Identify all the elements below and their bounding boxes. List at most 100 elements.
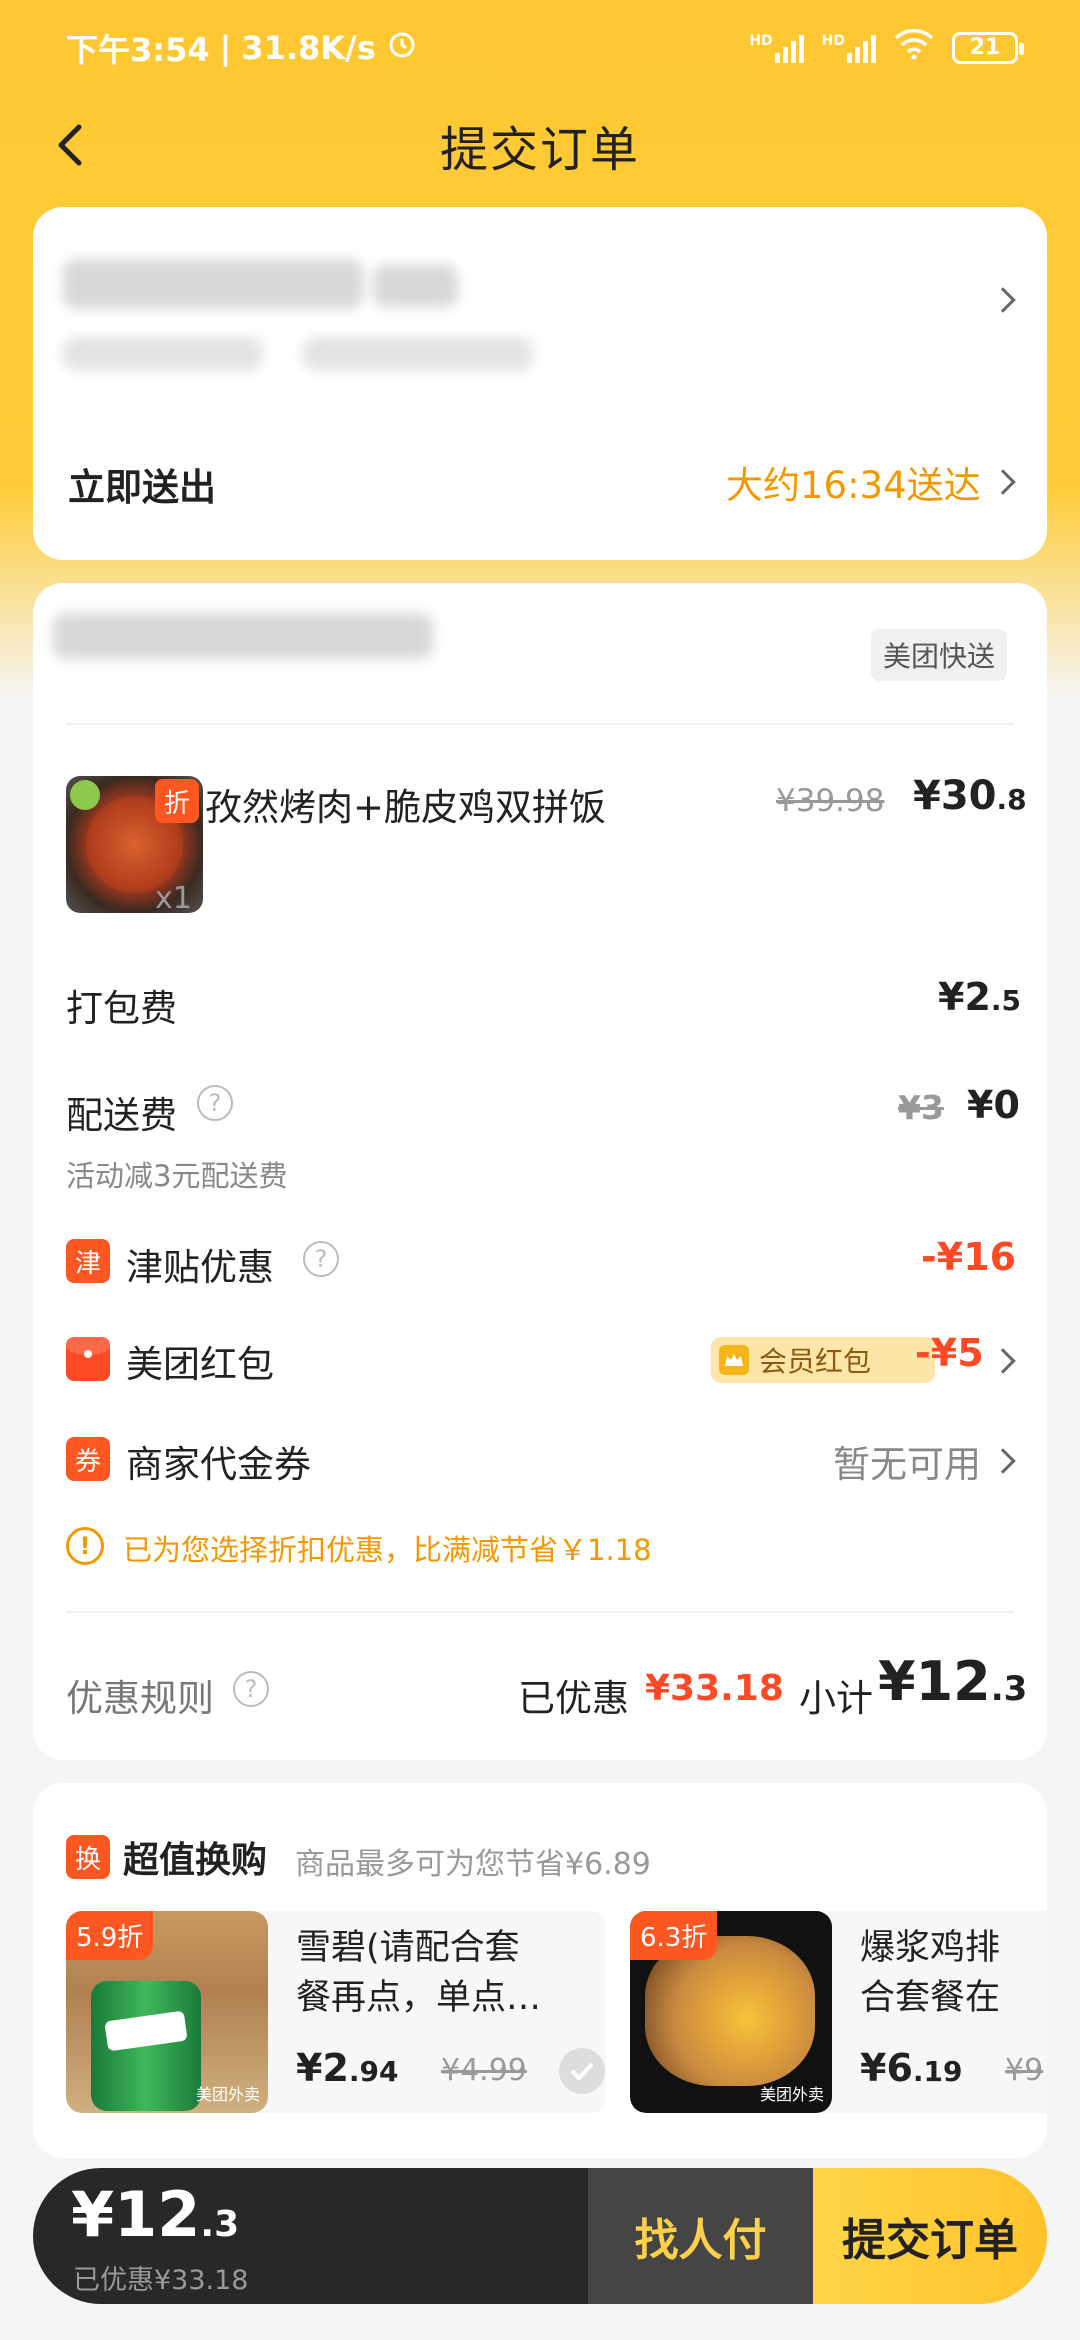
red-packet-label: 美团红包 bbox=[126, 1343, 274, 1386]
packing-fee-value: ¥2.5 bbox=[938, 975, 1021, 1019]
delivery-fee-value: ¥0 bbox=[967, 1083, 1020, 1127]
swap-item-name: 雪碧(请配合套 餐再点，单点… bbox=[296, 1923, 541, 2023]
packing-fee-label: 打包费 bbox=[66, 987, 177, 1030]
swap-image-watermark: 美团外卖 bbox=[759, 2085, 824, 2104]
swap-title: 超值换购 bbox=[123, 1840, 268, 1881]
signal-hd-label-2: HD bbox=[821, 32, 845, 49]
subsidy-tag-icon: 津 bbox=[66, 1239, 110, 1283]
swap-item-price-main: ¥2 bbox=[296, 2046, 349, 2090]
discount-notice: 已为您选择折扣优惠，比满减节省￥1.18 bbox=[123, 1533, 652, 1567]
red-packet-value[interactable]: -¥5 bbox=[915, 1331, 984, 1375]
discount-rules-label[interactable]: 优惠规则 bbox=[66, 1668, 214, 1722]
help-icon[interactable]: ? bbox=[197, 1085, 233, 1121]
help-icon[interactable]: ? bbox=[303, 1241, 339, 1277]
product-price-main: ¥30 bbox=[913, 773, 997, 819]
address-blurred bbox=[63, 259, 363, 309]
check-icon[interactable] bbox=[559, 2048, 605, 2094]
subtotal-decimal: .3 bbox=[990, 1669, 1028, 1709]
subsidy-value: -¥16 bbox=[921, 1235, 1017, 1279]
battery-icon: 21 bbox=[952, 31, 1024, 64]
swap-item-price: ¥2.94 bbox=[296, 2046, 399, 2090]
product-name: 孜然烤肉+脆皮鸡双拼饭 bbox=[205, 786, 607, 829]
address-blurred-2 bbox=[373, 265, 458, 307]
swap-item-original-price: ¥9 bbox=[1005, 2053, 1044, 2088]
nav-bar: 提交订单 bbox=[0, 95, 1080, 195]
checkout-total-price: ¥12.3 bbox=[71, 2178, 239, 2251]
status-separator: | bbox=[219, 28, 232, 67]
delivery-fee-note: 活动减3元配送费 bbox=[66, 1159, 288, 1193]
crown-icon bbox=[719, 1345, 749, 1375]
member-red-packet-badge: 会员红包 bbox=[711, 1337, 935, 1383]
submit-order-button[interactable]: 提交订单 bbox=[813, 2168, 1047, 2304]
signal-hd-label: HD bbox=[749, 32, 773, 49]
packing-fee-decimal: .5 bbox=[990, 984, 1022, 1017]
swap-item-image: 5.9折 美团外卖 bbox=[66, 1911, 268, 2113]
saved-value: ¥33.18 bbox=[645, 1668, 784, 1709]
swap-item-name: 爆浆鸡排 合套餐在 bbox=[860, 1923, 1000, 2023]
chevron-right-icon bbox=[990, 1448, 1016, 1474]
wifi-icon bbox=[894, 28, 934, 68]
checkout-total-decimal: .3 bbox=[200, 2204, 240, 2245]
swap-item-name-line1: 雪碧(请配合套 bbox=[296, 1928, 520, 1968]
contact-blurred-2 bbox=[303, 337, 533, 371]
voucher-tag-icon: 券 bbox=[66, 1437, 110, 1481]
chevron-right-icon bbox=[990, 469, 1016, 495]
network-speed: 31.8K/s bbox=[241, 28, 376, 67]
swap-tag-icon: 换 bbox=[66, 1835, 110, 1879]
checkout-bar: ¥12.3 已优惠¥33.18 找人付 提交订单 bbox=[33, 2168, 1047, 2304]
swap-item-original-price: ¥4.99 bbox=[441, 2053, 527, 2088]
info-icon: ! bbox=[66, 1527, 104, 1565]
back-button[interactable] bbox=[40, 115, 100, 175]
voucher-label: 商家代金券 bbox=[126, 1443, 311, 1486]
address-card[interactable]: 立即送出 大约16:34送达 bbox=[33, 207, 1047, 560]
chevron-right-icon bbox=[990, 1348, 1016, 1374]
red-packet-icon bbox=[66, 1337, 110, 1381]
delivery-fee-label: 配送费 bbox=[66, 1094, 177, 1137]
swap-item[interactable]: 5.9折 美团外卖 雪碧(请配合套 餐再点，单点… ¥2.94 ¥4.99 bbox=[66, 1911, 606, 2113]
page-title: 提交订单 bbox=[439, 122, 640, 178]
discount-tag: 折 bbox=[155, 779, 199, 823]
subsidy-label: 津贴优惠 bbox=[126, 1246, 274, 1289]
product-original-price: ¥39.98 bbox=[776, 783, 885, 819]
delivery-fee-original: ¥3 bbox=[898, 1088, 944, 1127]
packing-fee-main: ¥2 bbox=[938, 975, 991, 1019]
voucher-value[interactable]: 暂无可用 bbox=[833, 1434, 981, 1488]
back-arrow-icon bbox=[58, 124, 82, 166]
swap-discount-badge: 5.9折 bbox=[66, 1911, 154, 1960]
checkout-total-main: ¥12 bbox=[71, 2178, 201, 2251]
subtotal-main: ¥12 bbox=[878, 1650, 991, 1713]
status-time: 下午3:54 bbox=[66, 30, 210, 69]
status-bar: 下午3:54 | 31.8K/s HD HD 21 bbox=[0, 0, 1080, 95]
swap-card: 换 超值换购 商品最多可为您节省¥6.89 5.9折 美团外卖 雪碧(请配合套 … bbox=[33, 1783, 1047, 2158]
delivery-type-badge: 美团快送 bbox=[871, 629, 1008, 681]
swap-discount-badge: 6.3折 bbox=[630, 1911, 718, 1960]
swap-item[interactable]: 6.3折 美团外卖 爆浆鸡排 合套餐在 ¥6.19 ¥9 bbox=[630, 1911, 1047, 2113]
subtotal-label: 小计 bbox=[799, 1677, 873, 1720]
swap-item-price: ¥6.19 bbox=[860, 2046, 963, 2090]
signal-icon: HD bbox=[749, 32, 804, 63]
member-red-packet-text: 会员红包 bbox=[759, 1345, 872, 1378]
product-price: ¥30.8 bbox=[913, 773, 1027, 819]
checkout-total: ¥12.3 已优惠¥33.18 bbox=[33, 2168, 588, 2304]
swap-item-name-line1: 爆浆鸡排 bbox=[860, 1928, 1001, 1968]
divider bbox=[66, 723, 1014, 725]
swap-item-price-main: ¥6 bbox=[860, 2046, 913, 2090]
swap-item-price-decimal: .94 bbox=[348, 2055, 399, 2088]
signal-icon-2: HD bbox=[822, 33, 876, 63]
eta-text[interactable]: 大约16:34送达 bbox=[726, 455, 981, 509]
swap-item-image: 6.3折 美团外卖 bbox=[630, 1911, 832, 2113]
saved-label: 已优惠 bbox=[518, 1677, 629, 1720]
divider bbox=[66, 1611, 1014, 1613]
checkout-saved: 已优惠¥33.18 bbox=[73, 2265, 249, 2296]
swap-item-name-line2: 合套餐在 bbox=[860, 1978, 1001, 2018]
alarm-icon bbox=[386, 28, 418, 68]
help-icon[interactable]: ? bbox=[233, 1671, 269, 1707]
store-name-blurred bbox=[53, 613, 433, 659]
swap-item-name-line2: 餐再点，单点… bbox=[296, 1978, 542, 2018]
contact-blurred bbox=[63, 337, 263, 371]
product-price-decimal: .8 bbox=[996, 783, 1027, 816]
order-card: 美团快送 折 孜然烤肉+脆皮鸡双拼饭 ¥39.98 ¥30.8 x1 打包费 ¥… bbox=[33, 583, 1047, 1760]
swap-image-watermark: 美团外卖 bbox=[195, 2085, 260, 2104]
find-someone-pay-button[interactable]: 找人付 bbox=[588, 2168, 813, 2304]
chevron-right-icon bbox=[990, 287, 1016, 313]
